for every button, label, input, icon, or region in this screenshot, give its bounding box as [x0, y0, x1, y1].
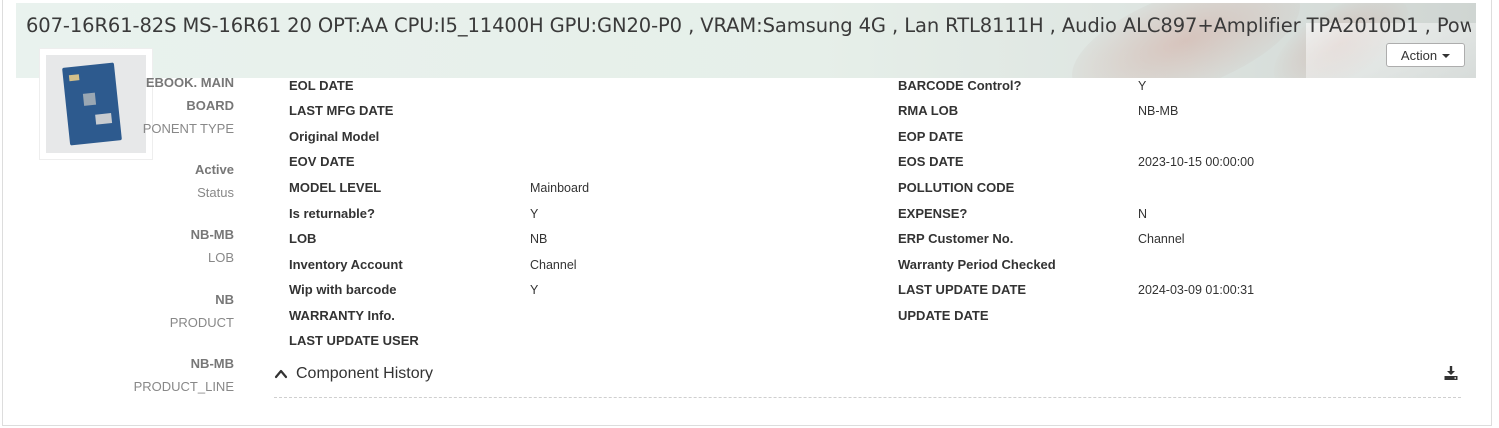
detail-value: Channel [1138, 232, 1185, 246]
detail-value: Mainboard [530, 181, 590, 195]
download-icon[interactable] [1443, 365, 1459, 381]
detail-label: MODEL LEVEL [289, 180, 382, 195]
chevron-up-icon [274, 369, 288, 379]
summary-value: Active [194, 162, 234, 177]
detail-label: RMA LOB [898, 103, 959, 118]
summary-label: Status [197, 185, 234, 200]
summary-value: NB-MB [190, 227, 234, 242]
component-history-section: Component History [274, 365, 1461, 398]
action-button-label: Action [1400, 47, 1438, 63]
summary-label: PRODUCT [169, 315, 234, 330]
summary-value: NB-MB [190, 356, 234, 371]
summary-label: PRODUCT_LINE [133, 379, 234, 394]
component-history-toggle[interactable]: Component History [274, 365, 433, 383]
detail-label: EOS DATE [898, 154, 964, 169]
summary-value: BOARD [186, 98, 234, 113]
detail-value: Y [530, 207, 539, 221]
detail-label: ERP Customer No. [898, 231, 1014, 246]
detail-label: POLLUTION CODE [898, 180, 1015, 195]
detail-label: Warranty Period Checked [898, 257, 1056, 272]
detail-label: EOV DATE [289, 154, 355, 169]
detail-value: NB [530, 232, 548, 246]
detail-value: NB-MB [1138, 104, 1179, 118]
detail-value: 2024-03-09 01:00:31 [1138, 283, 1255, 297]
detail-label: Inventory Account [289, 257, 403, 272]
caret-down-icon [1442, 54, 1451, 58]
detail-label: LOB [289, 231, 317, 246]
summary-value: NB [215, 292, 234, 307]
detail-value: Y [530, 283, 539, 297]
product-thumbnail[interactable] [40, 49, 152, 159]
page-title: 607-16R61-82S MS-16R61 20 OPT:AA CPU:I5_… [26, 14, 1471, 37]
detail-label: Is returnable? [289, 206, 375, 221]
product-image [46, 55, 146, 153]
detail-value: 2023-10-15 00:00:00 [1138, 155, 1255, 169]
detail-label: Original Model [289, 129, 380, 144]
component-history-title: Component History [296, 365, 433, 382]
detail-label: EXPENSE? [898, 206, 968, 221]
summary-value: EBOOK. MAIN [145, 75, 234, 90]
detail-label: UPDATE DATE [898, 308, 989, 323]
detail-value: Y [1138, 79, 1147, 93]
summary-label: LOB [207, 250, 234, 265]
detail-label: EOP DATE [898, 129, 964, 144]
summary-label: PONENT TYPE [142, 121, 234, 136]
detail-label: LAST UPDATE DATE [898, 282, 1027, 297]
action-button[interactable]: Action [1386, 43, 1465, 67]
detail-label: Wip with barcode [289, 282, 397, 297]
detail-value: N [1138, 207, 1148, 221]
detail-value: Channel [530, 258, 577, 272]
detail-label: LAST UPDATE USER [289, 333, 419, 348]
detail-label: LAST MFG DATE [289, 103, 394, 118]
detail-label: BARCODE Control? [898, 78, 1022, 93]
mainboard-picture [62, 62, 122, 146]
detail-label: WARRANTY Info. [289, 308, 395, 323]
detail-label: EOL DATE [289, 78, 354, 93]
